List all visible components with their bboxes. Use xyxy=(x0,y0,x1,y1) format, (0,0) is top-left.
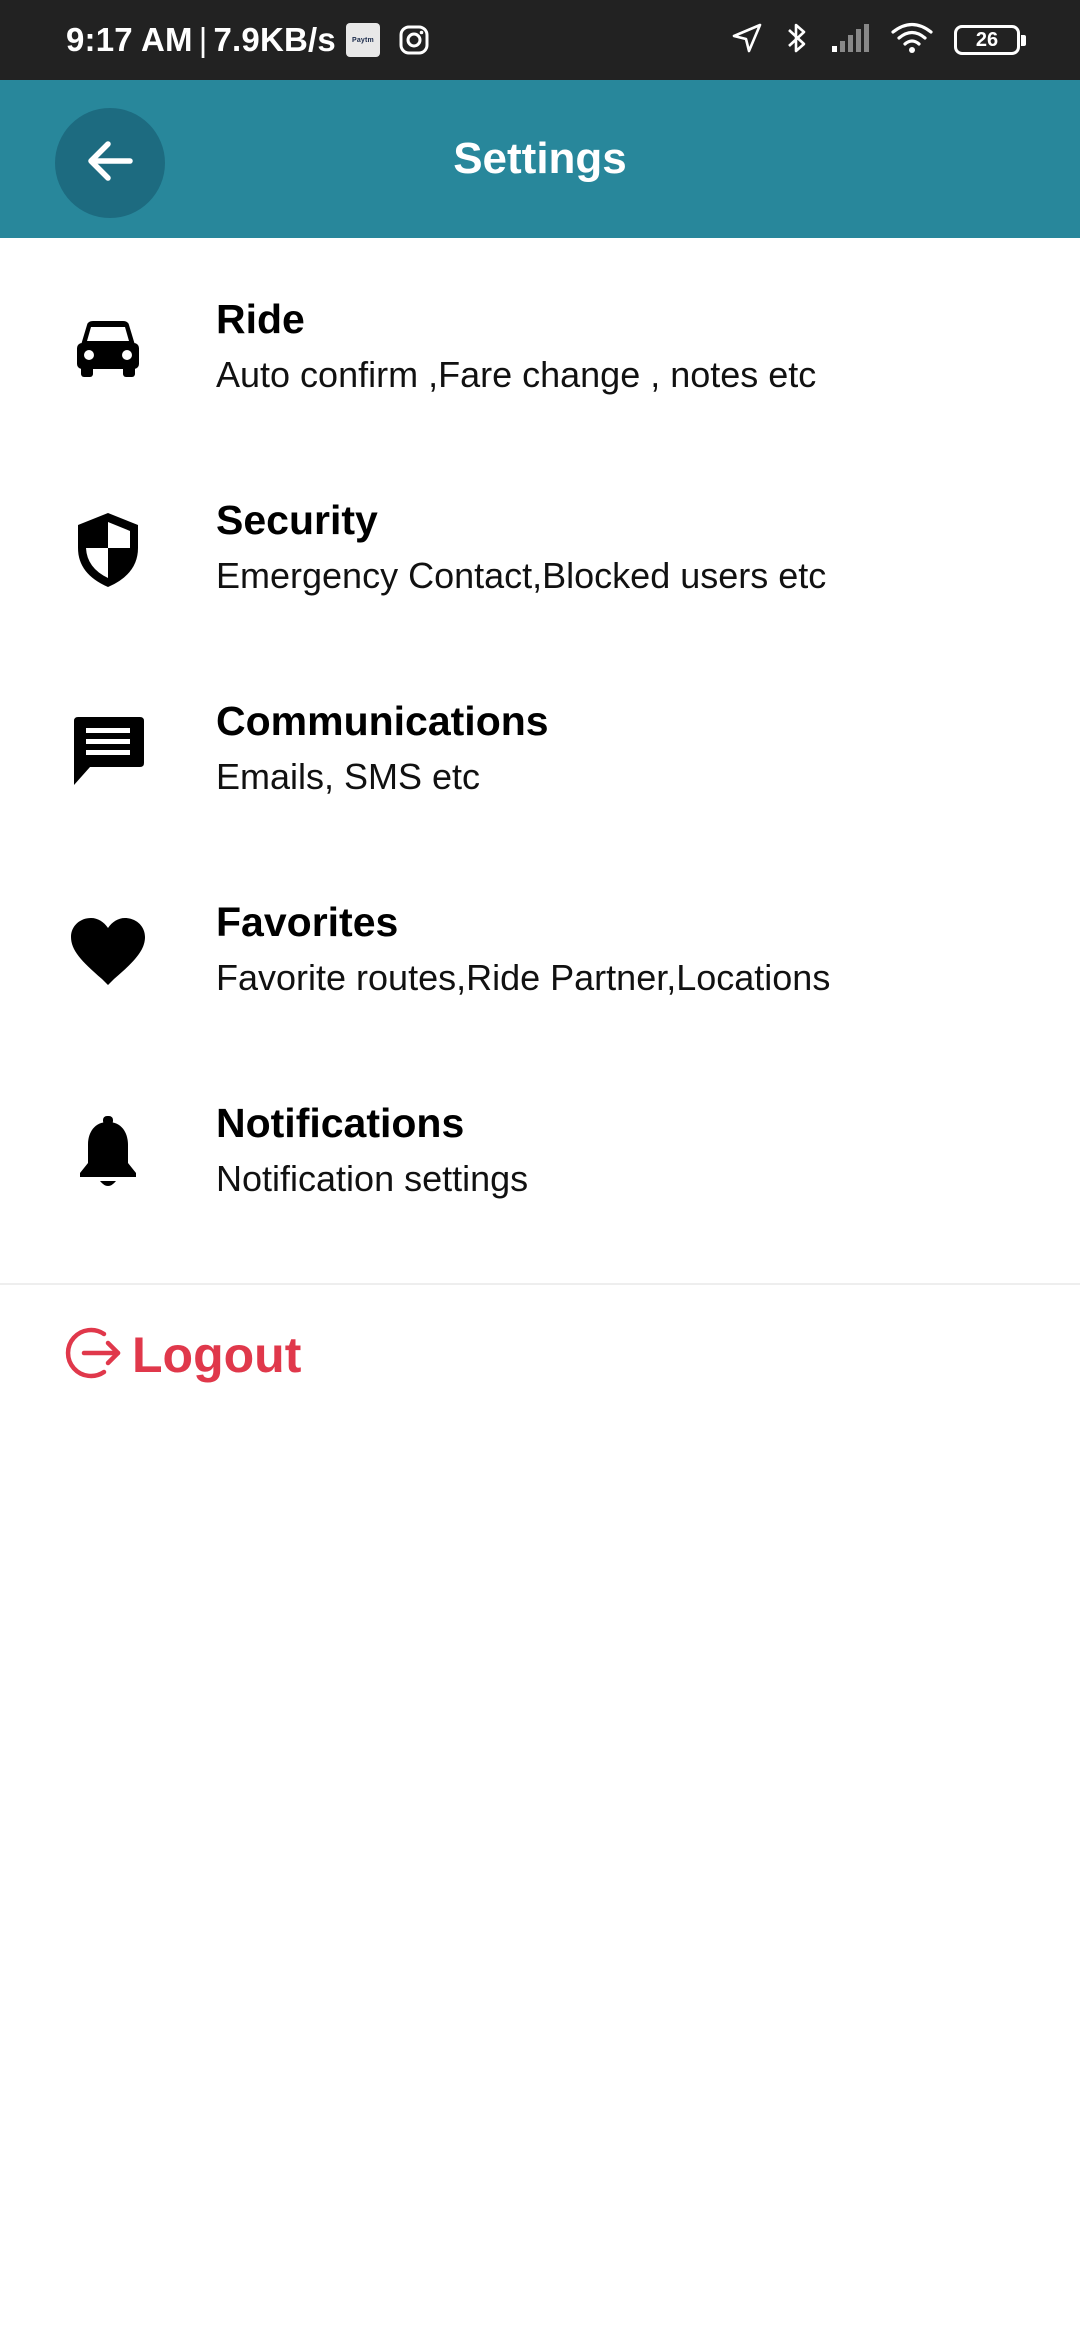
paytm-label: Paytm xyxy=(351,36,374,44)
battery-icon: 26 xyxy=(954,25,1026,55)
battery-level: 26 xyxy=(975,28,999,51)
paytm-icon: Paytm xyxy=(345,23,380,57)
status-left: 9:17 AM | 7.9KB/s Paytm xyxy=(66,0,430,80)
settings-item-subtitle: Auto confirm ,Fare change , notes etc xyxy=(216,354,817,395)
settings-item-communications[interactable]: Communications Emails, SMS etc xyxy=(0,640,1080,841)
logout-icon xyxy=(64,1324,122,1387)
settings-item-ride[interactable]: Ride Auto confirm ,Fare change , notes e… xyxy=(0,238,1080,439)
signal-icon xyxy=(830,22,870,59)
settings-item-subtitle: Favorite routes,Ride Partner,Locations xyxy=(216,957,831,998)
app-bar: Settings xyxy=(0,80,1080,238)
logout-button[interactable]: Logout xyxy=(64,1323,301,1387)
wifi-icon xyxy=(890,21,934,60)
divider xyxy=(0,1283,1080,1285)
message-icon xyxy=(68,711,148,791)
logout-label: Logout xyxy=(132,1327,302,1383)
heart-icon xyxy=(68,912,148,992)
status-network-speed: 7.9KB/s xyxy=(213,21,336,58)
status-right: 26 xyxy=(730,0,1026,80)
bluetooth-icon xyxy=(784,20,810,61)
bell-icon xyxy=(68,1113,148,1193)
page-title: Settings xyxy=(453,134,627,183)
settings-item-subtitle: Emergency Contact,Blocked users etc xyxy=(216,555,827,596)
settings-item-favorites[interactable]: Favorites Favorite routes,Ride Partner,L… xyxy=(0,841,1080,1042)
car-icon xyxy=(68,309,148,389)
settings-item-title: Ride xyxy=(216,296,305,342)
settings-item-title: Favorites xyxy=(216,899,399,945)
settings-item-title: Notifications xyxy=(216,1100,465,1146)
settings-item-security[interactable]: Security Emergency Contact,Blocked users… xyxy=(0,439,1080,640)
status-time: 9:17 AM xyxy=(66,21,193,58)
settings-list: Ride Auto confirm ,Fare change , notes e… xyxy=(0,238,1080,1243)
status-bar: 9:17 AM | 7.9KB/s Paytm 26 xyxy=(0,0,1080,80)
settings-item-notifications[interactable]: Notifications Notification settings xyxy=(0,1042,1080,1243)
instagram-icon xyxy=(398,24,430,56)
status-separator: | xyxy=(198,21,208,58)
settings-item-subtitle: Emails, SMS etc xyxy=(216,756,481,797)
location-icon xyxy=(730,21,764,60)
settings-item-title: Communications xyxy=(216,698,549,744)
settings-item-subtitle: Notification settings xyxy=(216,1158,529,1199)
shield-icon xyxy=(68,510,148,590)
settings-item-title: Security xyxy=(216,497,378,543)
